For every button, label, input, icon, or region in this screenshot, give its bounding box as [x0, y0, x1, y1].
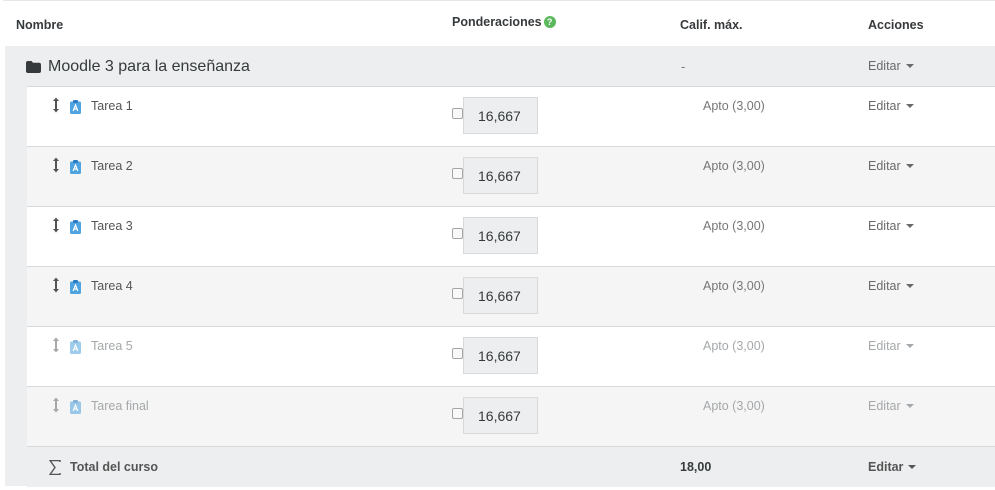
weight-override-checkbox[interactable] — [452, 408, 463, 419]
grade-item-edit-label: Editar — [868, 219, 901, 233]
assignment-icon — [70, 100, 81, 114]
column-header-max: Calif. máx. — [680, 18, 743, 32]
grade-item-edit-menu[interactable]: Editar — [868, 219, 914, 233]
grade-item-edit-menu[interactable]: Editar — [868, 399, 914, 413]
grade-item-row: Tarea 1 16,667 Apto (3,00) Editar — [27, 86, 995, 146]
sigma-icon — [49, 460, 61, 475]
course-total-edit-menu[interactable]: Editar — [868, 460, 917, 474]
caret-down-icon — [905, 163, 914, 168]
table-header: Nombre Ponderaciones? Calif. máx. Accion… — [3, 1, 995, 46]
grade-item-name[interactable]: Tarea 2 — [91, 159, 133, 173]
assignment-icon — [70, 160, 81, 174]
weight-input[interactable]: 16,667 — [463, 397, 538, 434]
caret-down-icon — [908, 464, 917, 469]
grade-item-max: Apto (3,00) — [703, 339, 765, 353]
grade-item-edit-menu[interactable]: Editar — [868, 159, 914, 173]
weight-input[interactable]: 16,667 — [463, 277, 538, 314]
move-arrows-icon[interactable] — [51, 277, 61, 293]
grade-item-edit-label: Editar — [868, 279, 901, 293]
category-edit-menu[interactable]: Editar — [868, 59, 914, 73]
assignment-icon — [70, 340, 81, 354]
grade-item-row: Tarea 2 16,667 Apto (3,00) Editar — [27, 146, 995, 206]
grade-item-edit-menu[interactable]: Editar — [868, 99, 914, 113]
grade-setup-table: Nombre Ponderaciones? Calif. máx. Accion… — [3, 0, 995, 487]
grade-item-name[interactable]: Tarea 3 — [91, 219, 133, 233]
grade-item-edit-label: Editar — [868, 99, 901, 113]
category-edit-label: Editar — [868, 59, 901, 73]
assignment-icon — [70, 280, 81, 294]
course-total-label: Total del curso — [70, 460, 158, 474]
weight-override-checkbox[interactable] — [452, 348, 463, 359]
grade-item-max: Apto (3,00) — [703, 159, 765, 173]
move-arrows-icon[interactable] — [51, 157, 61, 173]
move-arrows-icon[interactable] — [51, 397, 61, 413]
weight-input[interactable]: 16,667 — [463, 217, 538, 254]
category-row: Moodle 3 para la enseñanza - Editar — [5, 46, 995, 86]
caret-down-icon — [905, 343, 914, 348]
caret-down-icon — [905, 283, 914, 288]
grade-item-max: Apto (3,00) — [703, 279, 765, 293]
course-total-row: Total del curso 18,00 Editar — [27, 446, 995, 487]
course-total-edit-label: Editar — [868, 460, 904, 474]
grade-item-name[interactable]: Tarea 1 — [91, 99, 133, 113]
assignment-icon — [70, 220, 81, 234]
grade-item-edit-label: Editar — [868, 159, 901, 173]
grade-item-name[interactable]: Tarea final — [91, 399, 149, 413]
course-total-max: 18,00 — [680, 460, 712, 474]
weight-input[interactable]: 16,667 — [463, 97, 538, 134]
grade-item-row: Tarea 5 16,667 Apto (3,00) Editar — [27, 326, 995, 386]
grade-item-max: Apto (3,00) — [703, 219, 765, 233]
move-arrows-icon[interactable] — [51, 217, 61, 233]
weight-input[interactable]: 16,667 — [463, 337, 538, 374]
grade-item-edit-menu[interactable]: Editar — [868, 279, 914, 293]
caret-down-icon — [905, 223, 914, 228]
weight-override-checkbox[interactable] — [452, 168, 463, 179]
move-arrows-icon[interactable] — [51, 337, 61, 353]
grade-item-edit-label: Editar — [868, 339, 901, 353]
grade-item-edit-label: Editar — [868, 399, 901, 413]
column-header-name: Nombre — [16, 18, 64, 32]
column-header-weights: Ponderaciones? — [452, 15, 556, 29]
category-name: Moodle 3 para la enseñanza — [48, 58, 250, 75]
weight-override-checkbox[interactable] — [452, 228, 463, 239]
folder-icon — [26, 61, 41, 73]
weight-override-checkbox[interactable] — [452, 288, 463, 299]
weight-override-checkbox[interactable] — [452, 108, 463, 119]
move-arrows-icon[interactable] — [51, 97, 61, 113]
grade-item-row: Tarea final 16,667 Apto (3,00) Editar — [27, 386, 995, 446]
column-header-actions: Acciones — [868, 18, 924, 32]
weight-input[interactable]: 16,667 — [463, 157, 538, 194]
grade-item-edit-menu[interactable]: Editar — [868, 339, 914, 353]
caret-down-icon — [905, 63, 914, 68]
grade-item-max: Apto (3,00) — [703, 99, 765, 113]
caret-down-icon — [905, 403, 914, 408]
category-max: - — [681, 59, 686, 74]
grade-item-name[interactable]: Tarea 5 — [91, 339, 133, 353]
grade-item-row: Tarea 4 16,667 Apto (3,00) Editar — [27, 266, 995, 326]
category-indent-strip — [5, 46, 27, 486]
column-header-weights-label: Ponderaciones — [452, 15, 542, 29]
grade-item-row: Tarea 3 16,667 Apto (3,00) Editar — [27, 206, 995, 266]
assignment-icon — [70, 400, 81, 414]
caret-down-icon — [905, 103, 914, 108]
question-circle-icon[interactable]: ? — [543, 15, 556, 28]
grade-item-max: Apto (3,00) — [703, 399, 765, 413]
grade-item-name[interactable]: Tarea 4 — [91, 279, 133, 293]
